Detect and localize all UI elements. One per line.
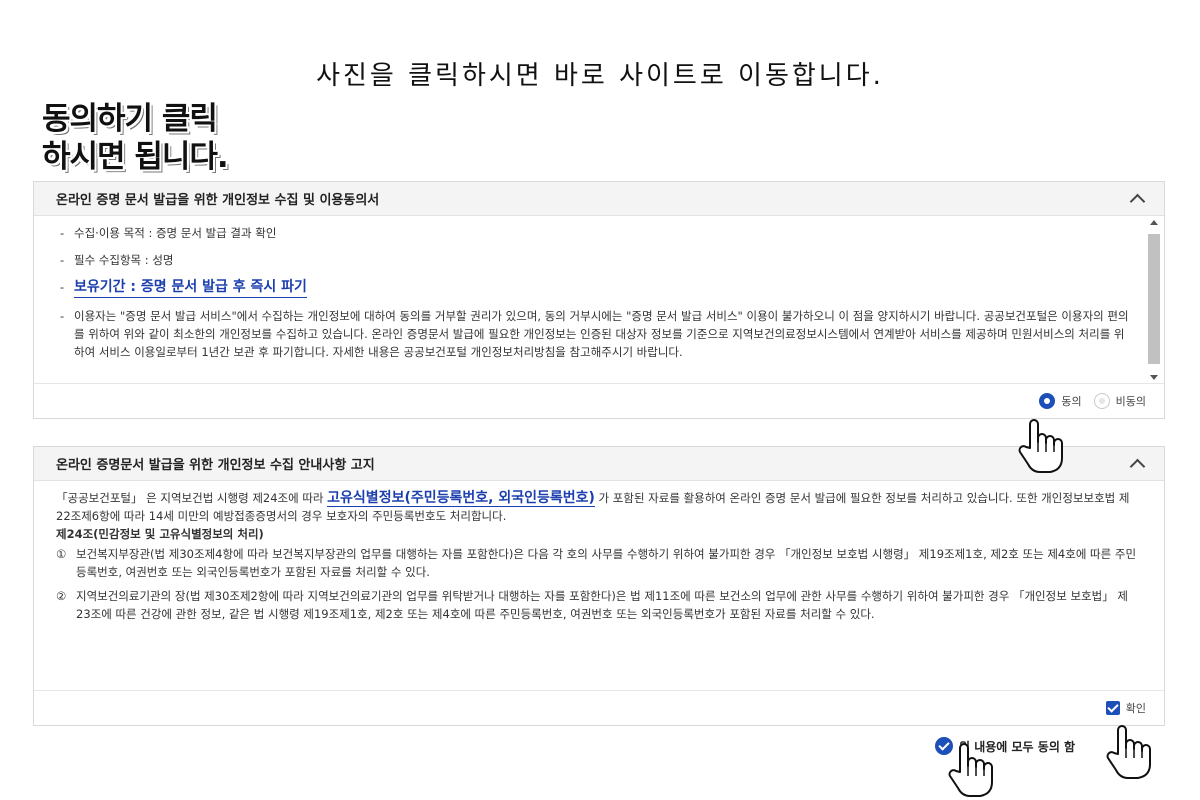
list-item: - 수집·이용 목적 : 증명 문서 발급 결과 확인 [60,226,277,240]
hand-pointer-icon [1106,725,1151,779]
notice-intro-emph: 고유식별정보(주민등록번호, 외국인등록번호) [327,490,595,507]
notice-text: 이용자는 "증명 문서 발급 서비스"에서 수집하는 개인정보에 대하여 동의를… [74,309,1129,359]
hand-pointer-icon [1018,419,1063,473]
agree-radio-label: 동의 [1061,395,1082,408]
notice-panel-title: 온라인 증명문서 발급을 위한 개인정보 수집 안내사항 고지 [56,458,375,473]
scroll-down-arrow-icon[interactable] [1150,375,1158,380]
side-caption: 동의하기 클릭 하시면 됩니다. [42,100,272,176]
confirm-checkbox[interactable]: 확인 [1105,700,1146,716]
side-caption-line2: 하시면 됩니다. [42,139,229,175]
radio-checked-icon[interactable] [1039,393,1056,409]
notice-intro: 「공공보건포털」 은 지역보건법 시행령 제24조에 따라 고유식별정보(주민등… [56,489,1140,525]
list-item: - 필수 수집항목 : 성명 [60,253,174,267]
confirm-checkbox-label: 확인 [1125,702,1146,715]
list-item: - 이용자는 "증명 문서 발급 서비스"에서 수집하는 개인정보에 대하여 동… [60,307,1134,361]
notice-panel-body: 「공공보건포털」 은 지역보건법 시행령 제24조에 따라 고유식별정보(주민등… [34,481,1164,691]
radio-unchecked-icon[interactable] [1093,393,1110,409]
clause-item: ① 보건복지부장관(법 제30조제4항에 따라 보건복지부장관의 업무를 대행하… [56,545,1140,581]
scroll-thumb[interactable] [1148,234,1160,364]
top-caption: 사진을 클릭하시면 바로 사이트로 이동합니다. [316,61,884,91]
purpose-text: 수집·이용 목적 : 증명 문서 발급 결과 확인 [74,226,277,240]
consent-panel: 온라인 증명 문서 발급을 위한 개인정보 수집 및 이용동의서 - 수집·이용… [33,181,1165,419]
chevron-up-icon[interactable] [1130,457,1144,471]
disagree-radio[interactable]: 비동의 [1093,393,1146,409]
clause-item: ② 지역보건의료기관의 장(법 제30조제2항에 따라 지역보건의료기관의 업무… [56,587,1140,623]
disagree-radio-label: 비동의 [1115,395,1146,408]
scrollbar[interactable] [1148,216,1160,383]
clause-number: ① [56,547,67,561]
consent-panel-footer: 동의 비동의 [34,384,1164,418]
notice-panel-footer: 확인 [34,691,1164,725]
notice-panel-header[interactable]: 온라인 증명문서 발급을 위한 개인정보 수집 안내사항 고지 [34,447,1164,481]
checkbox-checked-icon[interactable] [1105,701,1120,715]
clause-number: ② [56,589,67,603]
consent-panel-title: 온라인 증명 문서 발급을 위한 개인정보 수집 및 이용동의서 [56,193,380,208]
consent-panel-header[interactable]: 온라인 증명 문서 발급을 위한 개인정보 수집 및 이용동의서 [34,182,1164,216]
article-title: 제24조(민감정보 및 고유식별정보의 처리) [56,527,264,541]
agree-radio[interactable]: 동의 [1039,393,1082,409]
scroll-up-arrow-icon[interactable] [1150,220,1158,225]
hand-pointer-icon [948,743,993,797]
side-caption-line1: 동의하기 클릭 [42,101,218,137]
list-item: - 보유기간 : 증명 문서 발급 후 즉시 파기 [60,278,1134,298]
consent-panel-body: - 수집·이용 목적 : 증명 문서 발급 결과 확인 - 필수 수집항목 : … [34,216,1164,384]
notice-intro-a: 「공공보건포털」 은 지역보건법 시행령 제24조에 따라 [56,491,324,505]
chevron-up-icon[interactable] [1130,192,1144,206]
clause-text: 보건복지부장관(법 제30조제4항에 따라 보건복지부장관의 업무를 대행하는 … [76,547,1137,579]
fields-text: 필수 수집항목 : 성명 [74,253,174,267]
notice-panel: 온라인 증명문서 발급을 위한 개인정보 수집 안내사항 고지 「공공보건포털」… [33,446,1165,726]
retention-text: 보유기간 : 증명 문서 발급 후 즉시 파기 [74,278,307,298]
clause-text: 지역보건의료기관의 장(법 제30조제2항에 따라 지역보건의료기관의 업무를 … [76,589,1128,621]
